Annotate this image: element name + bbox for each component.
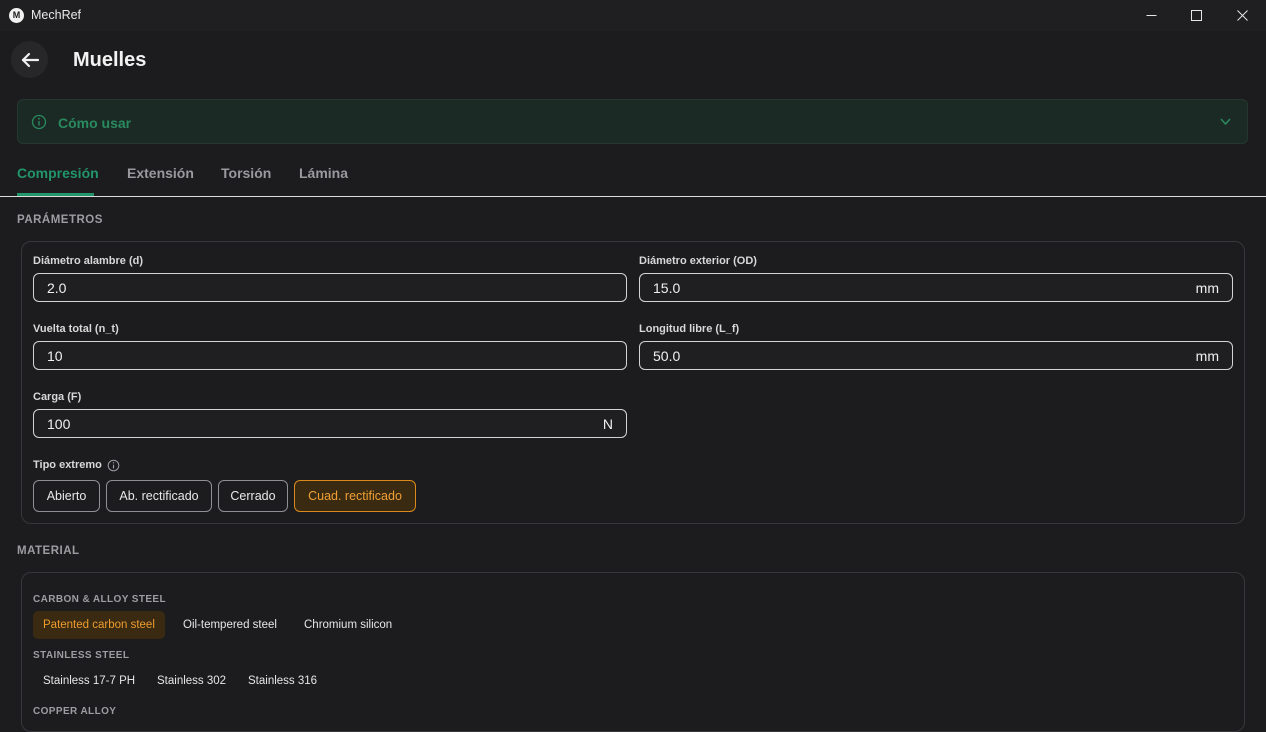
title-bar — [0, 0, 1266, 31]
tab-leaf[interactable]: Lámina — [299, 165, 348, 181]
outer-diameter-unit: mm — [1195, 279, 1219, 296]
load-value: 100 — [47, 415, 71, 432]
how-to-use-label: Cómo usar — [58, 115, 132, 131]
wire-diameter-label: Diámetro alambre (d) — [33, 255, 144, 267]
maximize-button[interactable] — [1173, 0, 1219, 31]
total-turns-label: Vuelta total (n_t) — [33, 323, 119, 335]
outer-diameter-input[interactable]: 15.0 mm — [639, 273, 1233, 302]
end-type-closed-button[interactable]: Cerrado — [218, 480, 288, 512]
app-title: MechRef — [31, 8, 82, 22]
total-turns-input[interactable]: 10 — [33, 341, 627, 370]
free-length-unit: mm — [1195, 347, 1219, 364]
free-length-label: Longitud libre (L_f) — [639, 323, 740, 335]
end-type-open-button[interactable]: Abierto — [33, 480, 100, 512]
free-length-value: 50.0 — [653, 347, 681, 364]
end-type-open-ground-button[interactable]: Ab. rectificado — [106, 480, 212, 512]
arrow-left-icon — [21, 52, 39, 67]
material-chip-stainless-17-7-ph[interactable]: Stainless 17-7 PH — [33, 667, 145, 695]
material-card — [21, 572, 1245, 732]
load-label: Carga (F) — [33, 391, 82, 403]
page-title: Muelles — [73, 49, 147, 71]
how-to-use-expander[interactable] — [17, 99, 1248, 144]
outer-diameter-value: 15.0 — [653, 279, 681, 296]
material-category-label: STAINLESS STEEL — [33, 650, 130, 661]
material-chip-patented-carbon-steel[interactable]: Patented carbon steel — [33, 611, 165, 639]
material-category-label: CARBON & ALLOY STEEL — [33, 594, 167, 605]
load-unit: N — [602, 415, 613, 432]
close-button[interactable] — [1219, 0, 1265, 31]
free-length-input[interactable]: 50.0 mm — [639, 341, 1233, 370]
tab-torsion[interactable]: Torsión — [221, 165, 271, 181]
wire-diameter-input[interactable]: 2.0 — [33, 273, 627, 302]
tab-divider — [0, 196, 1266, 197]
outer-diameter-label: Diámetro exterior (OD) — [639, 255, 757, 267]
end-type-squared-ground-button[interactable]: Cuad. rectificado — [294, 480, 416, 512]
minimize-icon — [1146, 15, 1156, 16]
material-category-label: COPPER ALLOY — [33, 706, 117, 717]
end-type-label: Tipo extremo — [33, 459, 102, 471]
maximize-icon — [1190, 10, 1202, 21]
material-chip-oil-tempered-steel[interactable]: Oil-tempered steel — [173, 611, 287, 639]
total-turns-value: 10 — [47, 347, 63, 364]
back-button[interactable] — [11, 41, 48, 78]
parameters-section-label: PARÁMETROS — [17, 214, 103, 226]
material-section-label: MATERIAL — [17, 545, 80, 557]
info-icon — [31, 114, 47, 130]
chevron-down-icon — [1220, 118, 1231, 126]
wire-diameter-value: 2.0 — [47, 279, 67, 296]
info-icon[interactable] — [107, 459, 120, 472]
minimize-button[interactable] — [1128, 0, 1174, 31]
material-chip-stainless-302[interactable]: Stainless 302 — [147, 667, 236, 695]
tab-compression[interactable]: Compresión — [17, 165, 99, 181]
app-logo-icon: M — [9, 8, 24, 23]
material-chip-stainless-316[interactable]: Stainless 316 — [238, 667, 327, 695]
tab-extension[interactable]: Extensión — [127, 165, 194, 181]
load-input[interactable]: 100 N — [33, 409, 627, 438]
close-icon — [1236, 10, 1248, 21]
material-chip-chromium-silicon[interactable]: Chromium silicon — [294, 611, 402, 639]
